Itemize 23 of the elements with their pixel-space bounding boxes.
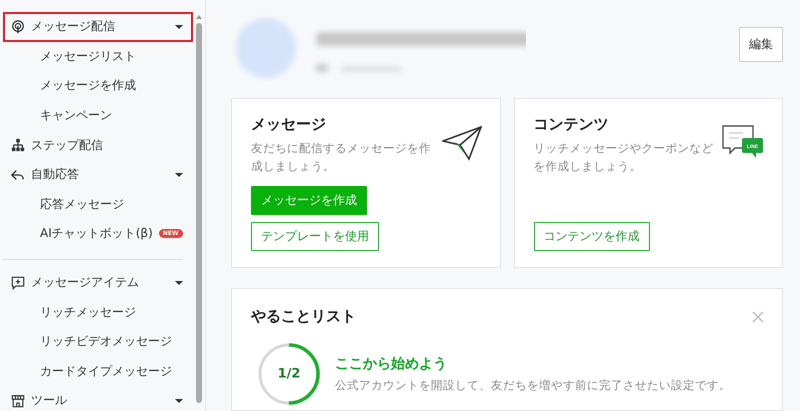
- nav-subitem[interactable]: カードタイプメッセージ: [3, 356, 193, 386]
- progress-count: 1/2: [278, 366, 300, 382]
- card-title: メッセージ: [251, 115, 327, 134]
- nav-item[interactable]: ツール: [3, 386, 193, 411]
- todo-title: やることリスト: [251, 307, 356, 326]
- nav-subitem[interactable]: メッセージリスト: [3, 42, 193, 72]
- nav-subitem[interactable]: メッセージを作成: [3, 71, 193, 101]
- nav-subitem[interactable]: 応答メッセージ: [3, 190, 193, 220]
- action-button[interactable]: コンテンツを作成: [534, 222, 650, 251]
- card-description: リッチメッセージやクーポンなどを作成しましょう。: [534, 140, 714, 175]
- nav-subitem[interactable]: リッチメッセージ: [3, 297, 193, 327]
- action-button[interactable]: テンプレートを使用: [251, 222, 379, 251]
- nav-subitem[interactable]: リッチビデオメッセージ: [3, 326, 193, 357]
- nav-subitem[interactable]: キャンペーン: [3, 100, 193, 130]
- nav-item[interactable]: メッセージ配信: [3, 12, 193, 42]
- todo-description: 公式アカウントを開設して、友だちを増やす前に完了させたい設定です。: [335, 378, 731, 393]
- nav-item[interactable]: 自動応答: [3, 160, 193, 190]
- card-title: コンテンツ: [534, 115, 610, 134]
- todo-heading: ここから始めよう: [335, 355, 448, 373]
- nav-item[interactable]: ステップ配信: [3, 130, 193, 160]
- edit-button[interactable]: 編集: [739, 26, 783, 62]
- card-description: 友だちに配信するメッセージを作成しましょう。: [251, 140, 432, 175]
- nav-item[interactable]: メッセージアイテム: [3, 268, 193, 298]
